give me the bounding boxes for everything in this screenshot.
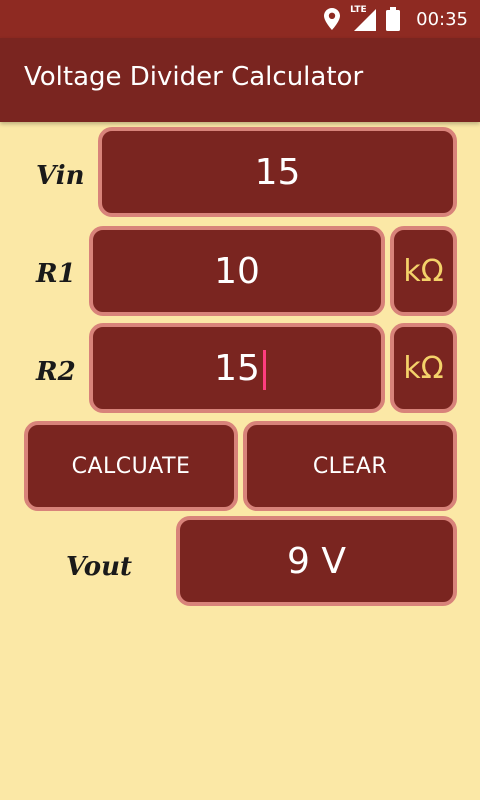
calculate-button[interactable]: CALCUATE bbox=[24, 421, 238, 511]
r1-unit-button[interactable]: kΩ bbox=[390, 226, 457, 316]
battery-icon bbox=[386, 7, 401, 31]
vin-value: 15 bbox=[254, 151, 301, 193]
r1-value: 10 bbox=[214, 250, 260, 292]
r2-value-text: 15 bbox=[214, 347, 260, 389]
vin-input[interactable]: 15 bbox=[98, 127, 457, 217]
vout-output: 9 V bbox=[176, 516, 457, 606]
text-cursor bbox=[262, 349, 266, 390]
r2-label: R2 bbox=[36, 357, 76, 387]
r1-label: R1 bbox=[36, 259, 76, 289]
status-time: 00:35 bbox=[416, 8, 468, 30]
clear-button[interactable]: CLEAR bbox=[243, 421, 457, 511]
signal-icon bbox=[354, 9, 377, 31]
calculate-button-label: CALCUATE bbox=[71, 453, 191, 479]
r2-unit: kΩ bbox=[403, 350, 444, 386]
r2-input[interactable]: 15 bbox=[89, 323, 385, 413]
vout-value: 9 V bbox=[287, 540, 346, 582]
status-icons: LTE 00:35 bbox=[324, 0, 468, 38]
location-icon bbox=[324, 8, 341, 30]
status-bar: LTE 00:35 bbox=[0, 0, 480, 38]
vin-label: Vin bbox=[36, 161, 85, 191]
r2-unit-button[interactable]: kΩ bbox=[390, 323, 457, 413]
r1-input[interactable]: 10 bbox=[89, 226, 385, 316]
signal-indicator: LTE bbox=[350, 5, 377, 31]
app-title: Voltage Divider Calculator bbox=[24, 62, 364, 92]
clear-button-label: CLEAR bbox=[312, 453, 388, 479]
r2-value: 15 bbox=[214, 347, 266, 390]
app-bar: Voltage Divider Calculator bbox=[0, 38, 480, 122]
r1-unit: kΩ bbox=[403, 253, 444, 289]
vout-label: Vout bbox=[66, 552, 133, 582]
